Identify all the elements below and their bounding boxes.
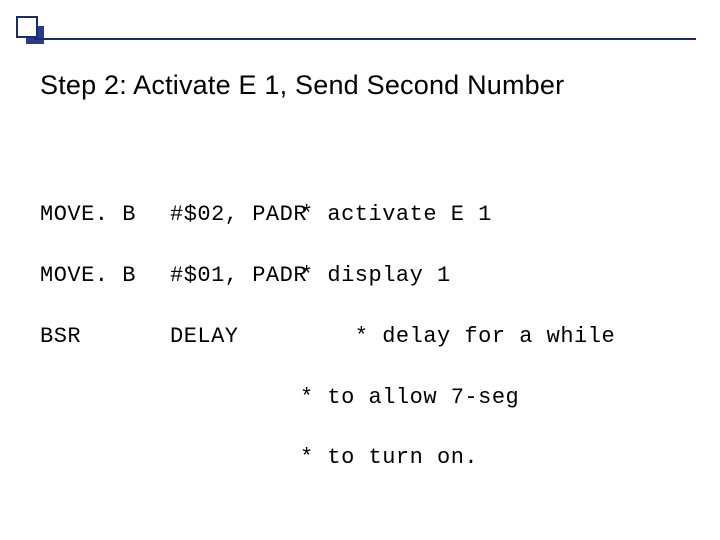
instruction: MOVE. B	[40, 200, 170, 230]
code-line-3: BSRDELAY * delay for a while	[40, 322, 615, 352]
comment: * to allow 7-seg	[300, 385, 519, 410]
assembly-code-block: MOVE. B#$02, PADR* activate E 1 MOVE. B#…	[40, 170, 615, 504]
operand: #$01, PADR	[170, 261, 300, 291]
operand: #$02, PADR	[170, 200, 300, 230]
code-line-1: MOVE. B#$02, PADR* activate E 1	[40, 200, 615, 230]
comment: * activate E 1	[300, 202, 492, 227]
operand: DELAY	[170, 322, 300, 352]
comment: * delay for a while	[300, 324, 615, 349]
slide-top-rule	[34, 38, 696, 40]
slide-title: Step 2: Activate E 1, Send Second Number	[40, 70, 688, 101]
comment: * display 1	[300, 263, 451, 288]
comment: * to turn on.	[300, 445, 478, 470]
corner-square-outline	[16, 16, 38, 38]
code-line-5: * to turn on.	[40, 443, 615, 473]
instruction: BSR	[40, 322, 170, 352]
instruction: MOVE. B	[40, 261, 170, 291]
code-line-2: MOVE. B#$01, PADR* display 1	[40, 261, 615, 291]
code-line-4: * to allow 7-seg	[40, 383, 615, 413]
